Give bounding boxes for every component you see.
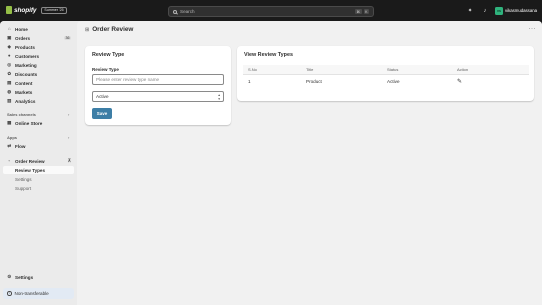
sidebar-item-marketing[interactable]: ◎ Marketing [3, 61, 74, 69]
sidebar-item-label: Flow [15, 143, 26, 149]
pin-icon[interactable]: ⊼ [68, 158, 71, 164]
review-types-list-card: View Review Types S.No Title Status Acti… [237, 46, 534, 101]
store-menu[interactable]: vs vikasmudassana [495, 6, 538, 15]
apps-heading[interactable]: Apps [7, 135, 17, 140]
sidebar-item-markets[interactable]: ◍ Markets [3, 88, 74, 96]
orders-count-badge: 36 [64, 35, 71, 41]
home-icon: ⌂ [7, 25, 11, 31]
cell-status: Active [387, 79, 400, 85]
page-header: ⊞ Order Review [85, 26, 133, 33]
logo-text: shopify [14, 6, 37, 14]
sidebar-item-flow[interactable]: ⇄ Flow [3, 142, 74, 150]
review-type-field-label: Review Type [92, 67, 119, 72]
sidebar-item-online-store[interactable]: ▦ Online Store [3, 119, 74, 127]
search-icon [173, 9, 177, 14]
app-frame: ⌂ Home ▣ Orders 36 ◆ Products ● Customer… [0, 21, 542, 305]
sidebar-item-label: Order Review [15, 158, 45, 164]
store-icon: ▦ [7, 119, 12, 125]
sidebar-item-label: Content [15, 80, 33, 86]
column-header-title: Title [301, 65, 382, 75]
sidebar-item-label: Marketing [15, 62, 37, 68]
more-actions-icon[interactable]: ··· [529, 26, 537, 32]
pencil-icon[interactable]: ✎ [457, 79, 462, 85]
bell-icon[interactable]: ♪ [482, 8, 488, 14]
cell-sno: 1 [248, 79, 251, 85]
save-button[interactable]: Save [92, 108, 112, 119]
sidebar-subitem-review-types[interactable]: Review Types [3, 166, 74, 174]
sidebar-item-label: Customers [15, 53, 39, 59]
globe-icon: ◍ [7, 88, 12, 94]
info-icon: i [7, 291, 12, 296]
person-icon: ● [7, 52, 11, 58]
plan-badge: Summer '25 [41, 6, 67, 14]
sidebar-item-customers[interactable]: ● Customers [3, 52, 74, 60]
review-types-table: S.No Title Status Action 1 Product Activ… [243, 65, 529, 89]
list-card-title: View Review Types [244, 52, 293, 58]
store-name: vikasmudassana [505, 8, 538, 13]
banner-label: Non-transferable [14, 291, 49, 296]
column-header-action: Action [452, 65, 529, 75]
sidebar-item-label: Markets [15, 89, 33, 95]
page-title: Order Review [92, 26, 134, 33]
sidebar-item-orders[interactable]: ▣ Orders 36 [3, 34, 74, 42]
main-content: ⊞ Order Review ··· Review Type Review Ty… [77, 21, 542, 305]
chevron-updown-icon: ▴ ▾ [218, 93, 220, 101]
column-header-status: Status [382, 65, 452, 75]
sidebar-item-content[interactable]: ▤ Content [3, 79, 74, 87]
search-shortcut: ⌘ K [355, 9, 369, 14]
chevron-right-icon[interactable]: › [68, 135, 69, 140]
sidebar-item-label: Discounts [15, 71, 38, 77]
shortcut-key-cmd: ⌘ [355, 9, 362, 14]
app-menu-icon[interactable]: ⊞ [85, 27, 89, 33]
flow-icon: ⇄ [7, 142, 12, 148]
chevron-right-icon[interactable]: › [68, 112, 69, 117]
status-select-value: Active [96, 94, 109, 99]
shopify-logo[interactable]: shopify Summer '25 [6, 6, 67, 14]
non-transferable-banner[interactable]: i Non-transferable [3, 288, 74, 299]
sidebar-item-label: Home [15, 26, 28, 32]
shopify-bag-icon [6, 6, 12, 14]
review-type-form-card: Review Type Review Type Active ▴▾ Save [85, 46, 231, 125]
content-icon: ▤ [7, 79, 12, 85]
sidebar-item-label: Analytics [15, 98, 36, 104]
gear-icon: ⚙ [7, 273, 12, 279]
sales-channels-heading[interactable]: Sales channels [7, 112, 36, 117]
sidebar-item-products[interactable]: ◆ Products [3, 43, 74, 51]
tag-icon: ◆ [7, 43, 11, 49]
sidebar-item-label: Settings [15, 274, 34, 280]
search-bar[interactable]: Search ⌘ K [168, 6, 374, 17]
shortcut-key-k: K [363, 9, 369, 14]
discount-icon: ✿ [7, 70, 12, 76]
app-icon: ▫ [8, 157, 11, 163]
avatar: vs [495, 6, 503, 15]
status-select[interactable]: Active ▴ ▾ [92, 91, 224, 102]
target-icon: ◎ [7, 61, 12, 67]
sidebar-item-discounts[interactable]: ✿ Discounts [3, 70, 74, 78]
search-placeholder: Search [180, 9, 195, 14]
sidebar-item-analytics[interactable]: ▥ Analytics [3, 97, 74, 105]
cell-action: ✎ [452, 74, 529, 89]
sidebar-item-order-review[interactable]: ▫ Order Review ⊼ [3, 157, 74, 165]
table-header-row: S.No Title Status Action [243, 65, 529, 75]
sidebar-subitem-settings[interactable]: Settings [3, 175, 74, 183]
sidebar-item-home[interactable]: ⌂ Home [3, 25, 74, 33]
sidebar-item-label: Online Store [15, 120, 43, 126]
top-bar: shopify Summer '25 Search ⌘ K ✦ ♪ vs vik… [0, 0, 542, 21]
analytics-icon: ▥ [7, 97, 12, 103]
sidebar-item-settings[interactable]: ⚙ Settings [3, 273, 74, 281]
orders-icon: ▣ [7, 34, 12, 40]
column-header-sno: S.No [243, 65, 301, 75]
sidebar-subitem-support[interactable]: Support [3, 184, 74, 192]
form-card-title: Review Type [92, 52, 125, 58]
sidebar-item-label: Orders [15, 35, 31, 41]
review-type-input[interactable] [92, 74, 224, 85]
table-row: 1 Product Active ✎ [243, 74, 529, 89]
sidekick-icon[interactable]: ✦ [467, 8, 473, 14]
sidebar: ⌂ Home ▣ Orders 36 ◆ Products ● Customer… [0, 21, 77, 305]
sidebar-item-label: Products [15, 44, 35, 50]
cell-title: Product [306, 79, 322, 85]
